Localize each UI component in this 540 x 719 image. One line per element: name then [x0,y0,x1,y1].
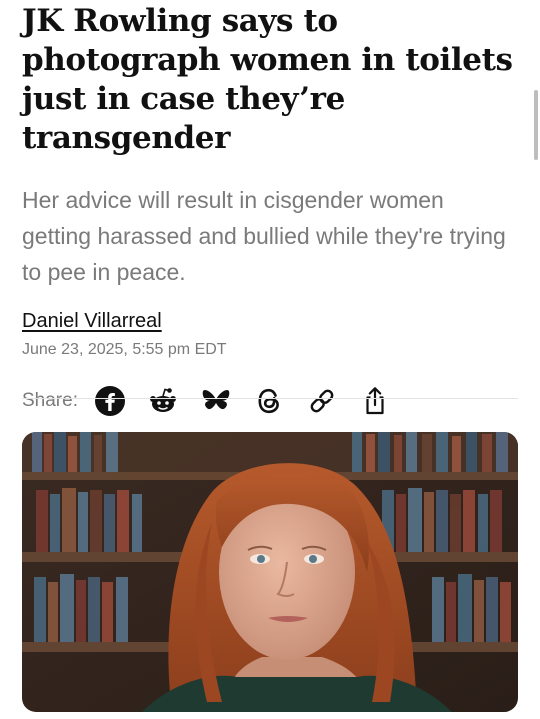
author-link[interactable]: Daniel Villarreal [22,310,162,333]
article: JK Rowling says to photograph women in t… [22,0,522,421]
byline: Daniel Villarreal June 23, 2025, 5:55 pm… [22,310,522,359]
share-label: Share: [22,390,78,411]
hero-image[interactable] [22,432,518,712]
share-bar: Share: [22,381,522,421]
bluesky-icon[interactable] [198,383,234,419]
threads-icon[interactable] [251,383,287,419]
scrollbar[interactable] [534,90,538,160]
publish-date: June 23, 2025, 5:55 pm EDT [22,341,227,358]
headline: JK Rowling says to photograph women in t… [22,3,513,156]
reddit-icon[interactable] [145,383,181,419]
facebook-icon[interactable] [92,383,128,419]
subheadline: Her advice will result in cisgender wome… [22,187,506,285]
share-upload-icon[interactable] [357,383,393,419]
link-icon[interactable] [304,383,340,419]
divider [22,398,518,399]
